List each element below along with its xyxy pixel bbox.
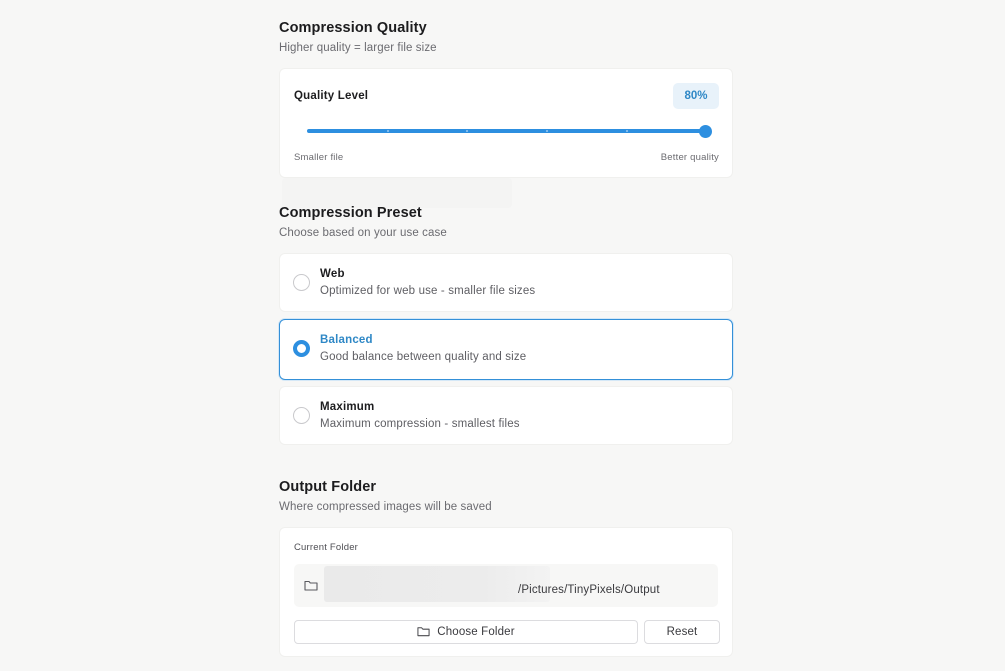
- slider-track[interactable]: [307, 129, 707, 133]
- radio-button-selected[interactable]: [293, 340, 310, 357]
- radio-button[interactable]: [293, 407, 310, 424]
- preset-description: Optimized for web use - smaller file siz…: [320, 285, 536, 297]
- output-title: Output Folder: [279, 479, 377, 495]
- slider-max-label: Better quality: [660, 152, 719, 163]
- preset-option-balanced[interactable]: Balanced Good balance between quality an…: [279, 319, 733, 380]
- slider-thumb[interactable]: [699, 125, 712, 138]
- preset-option-web[interactable]: Web Optimized for web use - smaller file…: [279, 253, 733, 312]
- preset-name: Maximum: [320, 401, 375, 413]
- preset-option-maximum[interactable]: Maximum Maximum compression - smallest f…: [279, 386, 733, 445]
- folder-icon: [417, 623, 430, 645]
- preset-section-header: Compression Preset Choose based on your …: [279, 205, 447, 239]
- choose-folder-label: Choose Folder: [437, 626, 515, 638]
- preset-name: Balanced: [320, 334, 373, 346]
- quality-card: Quality Level 80% Smaller file Better qu…: [279, 68, 733, 178]
- slider-tick: [546, 130, 548, 132]
- preset-title: Compression Preset: [279, 205, 422, 221]
- current-folder-label: Current Folder: [294, 542, 359, 553]
- preset-name: Web: [320, 268, 345, 280]
- folder-icon: [304, 578, 318, 596]
- preset-description: Maximum compression - smallest files: [320, 418, 520, 430]
- slider-tick: [387, 130, 389, 132]
- quality-slider[interactable]: [307, 125, 713, 138]
- slider-tick: [466, 130, 468, 132]
- output-subtitle: Where compressed images will be saved: [279, 501, 492, 513]
- output-card: Current Folder /Pictures/TinyPixels/Outp…: [279, 527, 733, 657]
- settings-page: Compression Quality Higher quality = lar…: [0, 0, 1005, 671]
- reset-button[interactable]: Reset: [644, 620, 720, 644]
- faded-placeholder: [282, 178, 512, 208]
- slider-min-label: Smaller file: [294, 152, 344, 163]
- choose-folder-button[interactable]: Choose Folder: [294, 620, 638, 644]
- preset-subtitle: Choose based on your use case: [279, 227, 447, 239]
- settings-column: Quality Level 80% Smaller file Better qu…: [279, 0, 733, 671]
- preset-description: Good balance between quality and size: [320, 351, 527, 363]
- folder-path-display: /Pictures/TinyPixels/Output: [294, 564, 718, 607]
- slider-tick: [626, 130, 628, 132]
- quality-value-badge: 80%: [673, 83, 719, 109]
- output-section-header: Output Folder Where compressed images wi…: [279, 479, 492, 513]
- quality-level-label: Quality Level: [294, 90, 369, 102]
- radio-button[interactable]: [293, 274, 310, 291]
- folder-path-text: /Pictures/TinyPixels/Output: [518, 584, 660, 596]
- redacted-path-prefix: [324, 566, 550, 602]
